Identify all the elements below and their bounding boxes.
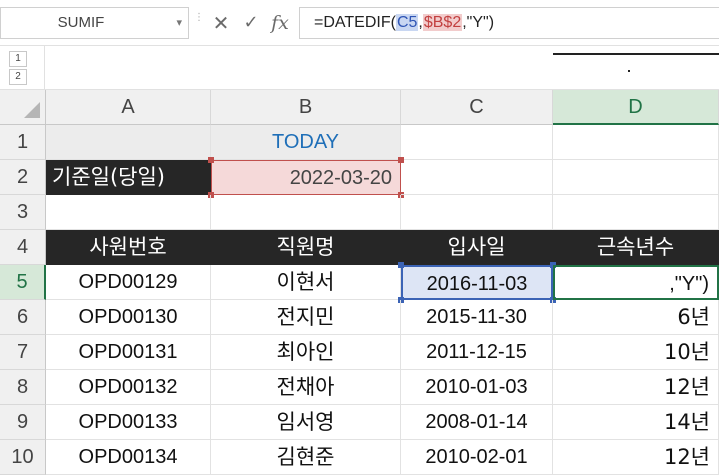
row-header-9[interactable]: 9 [0,405,46,440]
shape-line[interactable] [553,53,719,55]
outline-divider [44,46,45,90]
cell-b3[interactable] [211,195,401,230]
formula-text[interactable]: =DATEDIF(C5,$B$2,"Y") [314,8,494,38]
cell-d8[interactable]: 12년 [553,370,719,405]
spreadsheet-grid: A B C D 1 2 3 4 5 6 7 8 9 10 TODAY 기준일(당… [0,90,719,476]
cell-b7[interactable]: 최아인 [211,335,401,370]
row-header-7[interactable]: 7 [0,335,46,370]
cell-a6[interactable]: OPD00130 [46,300,211,335]
row-header-1[interactable]: 1 [0,125,46,160]
cell-c8[interactable]: 2010-01-03 [401,370,553,405]
range-handle[interactable] [398,262,404,268]
select-all-button[interactable] [0,90,46,125]
cell-a7[interactable]: OPD00131 [46,335,211,370]
cell-d5-active[interactable]: ,"Y") [553,265,719,300]
cell-b2[interactable]: 2022-03-20 [211,160,401,195]
formula-input[interactable]: =DATEDIF(C5,$B$2,"Y") [299,7,719,39]
cell-c2[interactable] [401,160,553,195]
cell-a9[interactable]: OPD00133 [46,405,211,440]
chevron-down-icon[interactable]: ▾ [176,8,182,38]
drag-handle-icon[interactable]: ⋮ [194,13,204,23]
cell-d1[interactable] [553,125,719,160]
cell-c5[interactable]: 2016-11-03 [401,265,553,300]
cell-c7[interactable]: 2011-12-15 [401,335,553,370]
cell-d7[interactable]: 10년 [553,335,719,370]
name-box[interactable]: SUMIF ▾ [0,7,189,39]
cell-c4[interactable]: 입사일 [401,230,553,265]
cell-b4[interactable]: 직원명 [211,230,401,265]
row-header-2[interactable]: 2 [0,160,46,195]
cell-b5[interactable]: 이현서 [211,265,401,300]
cell-d3[interactable] [553,195,719,230]
cell-a10[interactable]: OPD00134 [46,440,211,475]
cell-c3[interactable] [401,195,553,230]
cell-d9[interactable]: 14년 [553,405,719,440]
cell-c10[interactable]: 2010-02-01 [401,440,553,475]
row-header-8[interactable]: 8 [0,370,46,405]
cell-c6[interactable]: 2015-11-30 [401,300,553,335]
column-header-c[interactable]: C [401,90,553,125]
cell-d10[interactable]: 12년 [553,440,719,475]
column-header-d[interactable]: D [553,90,719,125]
cell-d4[interactable]: 근속년수 [553,230,719,265]
formula-prefix: =DATEDIF( [314,14,396,31]
row-header-3[interactable]: 3 [0,195,46,230]
cell-b8[interactable]: 전채아 [211,370,401,405]
shape-dot [628,70,630,72]
formula-bar: SUMIF ▾ ⋮ ✕ ✓ fx =DATEDIF(C5,$B$2,"Y") [0,0,719,46]
cell-c1[interactable] [401,125,553,160]
formula-ref-b2: $B$2 [422,14,463,31]
cancel-icon[interactable]: ✕ [210,8,232,38]
cell-a5[interactable]: OPD00129 [46,265,211,300]
formula-ref-c5: C5 [395,14,419,31]
cell-b1[interactable]: TODAY [211,125,401,160]
cell-a1[interactable] [46,125,211,160]
row-header-5[interactable]: 5 [0,265,46,300]
cell-a2[interactable]: 기준일(당일) [46,160,211,195]
range-handle[interactable] [208,157,214,163]
column-header-a[interactable]: A [46,90,211,125]
row-header-4[interactable]: 4 [0,230,46,265]
cell-b9[interactable]: 임서영 [211,405,401,440]
cell-a8[interactable]: OPD00132 [46,370,211,405]
cell-b10[interactable]: 김현준 [211,440,401,475]
cell-a3[interactable] [46,195,211,230]
cell-a4[interactable]: 사원번호 [46,230,211,265]
row-header-10[interactable]: 10 [0,440,46,475]
outline-level-2-button[interactable]: 2 [9,69,27,85]
insert-function-icon[interactable]: fx [268,8,292,38]
select-all-triangle-icon[interactable] [24,102,40,118]
column-header-b[interactable]: B [211,90,401,125]
cell-c9[interactable]: 2008-01-14 [401,405,553,440]
row-header-6[interactable]: 6 [0,300,46,335]
cell-d2[interactable] [553,160,719,195]
outline-level-1-button[interactable]: 1 [9,51,27,67]
cell-d6[interactable]: 6년 [553,300,719,335]
enter-check-icon[interactable]: ✓ [240,8,262,38]
cell-b6[interactable]: 전지민 [211,300,401,335]
name-box-value[interactable]: SUMIF [1,8,161,38]
formula-suffix: ,"Y") [462,14,495,31]
